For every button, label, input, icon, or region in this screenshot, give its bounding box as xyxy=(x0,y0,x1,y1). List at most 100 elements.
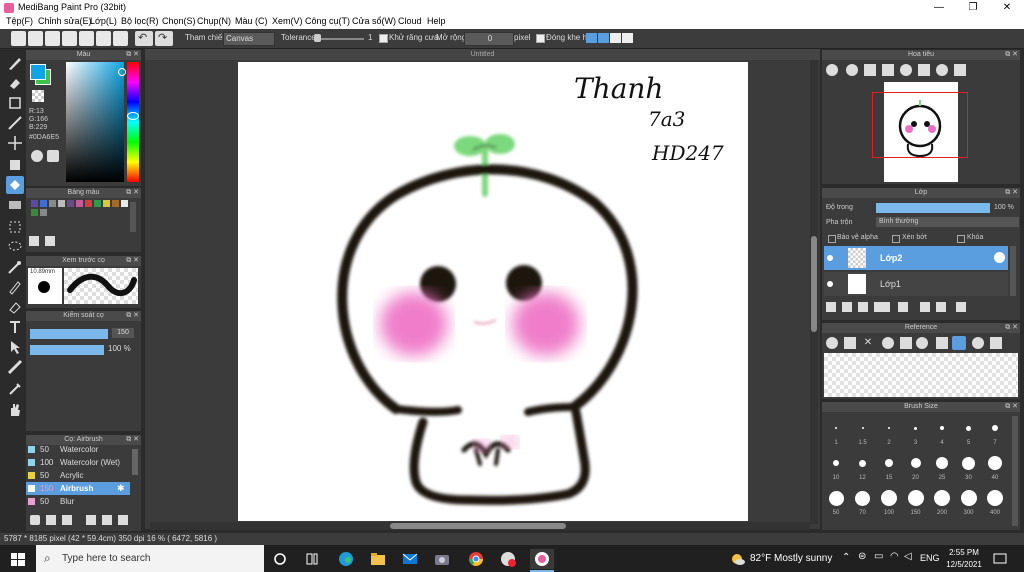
select-eraser-tool[interactable] xyxy=(6,298,24,316)
blend-mode-select[interactable]: Bình thường xyxy=(876,217,1019,227)
brush-size-option[interactable]: 150 xyxy=(904,486,928,520)
lasso-tool[interactable] xyxy=(6,238,24,256)
brush-size-option[interactable]: 1.5 xyxy=(851,416,875,450)
chevron-up-icon[interactable]: ⌃ xyxy=(842,552,850,563)
brush-size-option[interactable]: 2 xyxy=(877,416,901,450)
zoom-out-icon[interactable] xyxy=(846,64,858,76)
fit-window-icon[interactable] xyxy=(864,64,876,76)
saturation-value-picker[interactable] xyxy=(66,62,124,182)
volume-icon[interactable]: ◁ xyxy=(904,551,912,562)
select-pen-tool[interactable] xyxy=(6,278,24,296)
menu-color[interactable]: Màu (C) xyxy=(235,16,268,26)
eraser-tool[interactable] xyxy=(6,74,24,92)
palette-swatch[interactable] xyxy=(40,200,47,207)
move-tool[interactable] xyxy=(6,134,24,152)
brush-size-option[interactable]: 10 xyxy=(824,451,848,485)
palette-delete-icon[interactable] xyxy=(45,236,55,246)
notification-icon[interactable] xyxy=(990,549,1010,569)
canvas[interactable]: Thanh 7a3 HD247 xyxy=(238,62,748,521)
menu-grid-icon[interactable] xyxy=(113,31,128,46)
navigator-view-rect[interactable] xyxy=(872,92,968,158)
mail-icon[interactable] xyxy=(400,549,420,569)
text-tool[interactable] xyxy=(6,318,24,336)
redo-button[interactable]: ↷ xyxy=(155,31,173,46)
share-icon[interactable] xyxy=(28,31,43,46)
camera-icon[interactable] xyxy=(432,549,452,569)
bucket-tool[interactable] xyxy=(6,176,24,194)
palette-swatch[interactable] xyxy=(112,200,119,207)
edge-icon[interactable] xyxy=(336,549,356,569)
windows-start-icon[interactable] xyxy=(8,549,28,569)
brush-size-option[interactable]: 50 xyxy=(824,486,848,520)
brush-tool[interactable] xyxy=(6,54,24,72)
menu-help[interactable]: Help xyxy=(427,16,446,26)
medibang-taskbar-icon[interactable] xyxy=(530,549,554,569)
clipping-checkbox[interactable] xyxy=(892,235,900,243)
brush-size-option[interactable]: 40 xyxy=(983,451,1007,485)
palette-swatch[interactable] xyxy=(31,200,38,207)
close-button[interactable]: ✕ xyxy=(990,0,1024,15)
brush-copy-icon[interactable] xyxy=(118,515,128,525)
wifi-icon[interactable]: ◠ xyxy=(890,551,899,562)
brush-preview-close-icon[interactable]: ⧉ ✕ xyxy=(126,256,139,266)
battery-icon[interactable]: ▭ xyxy=(874,551,883,562)
zoom-in-icon[interactable] xyxy=(826,64,838,76)
network-icon[interactable]: ⊜ xyxy=(858,551,866,562)
hue-cursor[interactable] xyxy=(127,112,139,120)
brush-size-option[interactable]: 70 xyxy=(851,486,875,520)
foreground-color-swatch[interactable] xyxy=(30,64,46,80)
protect-alpha-checkbox[interactable] xyxy=(828,235,836,243)
palette-swatch[interactable] xyxy=(40,209,47,216)
brush-size-option[interactable]: 4 xyxy=(930,416,954,450)
menu-select[interactable]: Chọn(S) xyxy=(162,16,196,26)
select-tool[interactable] xyxy=(6,218,24,236)
cloud-icon[interactable] xyxy=(11,31,26,46)
layer-row-2[interactable]: Lớp2 xyxy=(824,246,1008,270)
brush-settings-gear-icon[interactable]: ✱ xyxy=(117,483,125,494)
reset-rotation-icon[interactable] xyxy=(954,64,966,76)
vertical-scrollbar-thumb[interactable] xyxy=(811,236,817,332)
brush-size-option[interactable]: 3 xyxy=(904,416,928,450)
hue-slider[interactable] xyxy=(127,62,139,182)
clock[interactable]: 2:55 PM 12/5/2021 xyxy=(946,547,982,571)
expand-input[interactable]: 0 xyxy=(464,32,514,46)
palette-close-icon[interactable]: ⧉ ✕ xyxy=(126,188,139,198)
delete-layer-icon[interactable] xyxy=(956,302,966,312)
weather-icon[interactable] xyxy=(728,549,748,569)
brush-size-option[interactable]: 25 xyxy=(930,451,954,485)
palette-swatch[interactable] xyxy=(103,200,110,207)
horizontal-scrollbar-track[interactable] xyxy=(150,522,810,530)
palette-swatch[interactable] xyxy=(94,200,101,207)
brush-size-value[interactable]: 150 xyxy=(112,328,134,338)
brush-size-option[interactable]: 400 xyxy=(983,486,1007,520)
actual-size-icon[interactable] xyxy=(882,64,894,76)
reference-zoom-out-icon[interactable] xyxy=(916,337,928,349)
brush-opacity-slider[interactable] xyxy=(30,345,104,355)
new-1bit-layer-icon[interactable] xyxy=(858,302,868,312)
hand-tool[interactable] xyxy=(6,400,24,418)
brush-list-close-icon[interactable]: ⧉ ✕ xyxy=(126,435,139,445)
menu-window[interactable]: Cửa sổ(W) xyxy=(352,16,396,26)
layer-visibility-icon[interactable] xyxy=(827,255,833,261)
panel-icon[interactable] xyxy=(79,31,94,46)
file-explorer-icon[interactable] xyxy=(368,549,388,569)
brush-add-menu-icon[interactable] xyxy=(62,515,72,525)
reference-eyedropper-icon[interactable] xyxy=(936,337,948,349)
eyedropper-tool[interactable] xyxy=(6,380,24,398)
palette-swatch[interactable] xyxy=(121,200,128,207)
layer-scrollbar[interactable] xyxy=(1010,246,1016,296)
brush-size-option[interactable]: 100 xyxy=(877,486,901,520)
brush-item[interactable]: 50 Watercolor xyxy=(26,446,130,456)
close-gap-checkbox[interactable] xyxy=(536,34,545,43)
brush-list-scrollbar[interactable] xyxy=(132,449,138,475)
divide-tool[interactable] xyxy=(6,358,24,376)
reference-rotate-icon[interactable] xyxy=(972,337,984,349)
task-view-icon[interactable] xyxy=(302,549,322,569)
reference-close-x-icon[interactable]: ✕ xyxy=(862,337,874,349)
brush-size-option[interactable]: 20 xyxy=(904,451,928,485)
brush-size-option[interactable]: 30 xyxy=(957,451,981,485)
navigator-close-icon[interactable]: ⧉ ✕ xyxy=(1005,50,1018,60)
menu-cloud[interactable]: Cloud xyxy=(398,16,422,26)
layout-icon[interactable] xyxy=(96,31,111,46)
brush-size-option[interactable]: 7 xyxy=(983,416,1007,450)
